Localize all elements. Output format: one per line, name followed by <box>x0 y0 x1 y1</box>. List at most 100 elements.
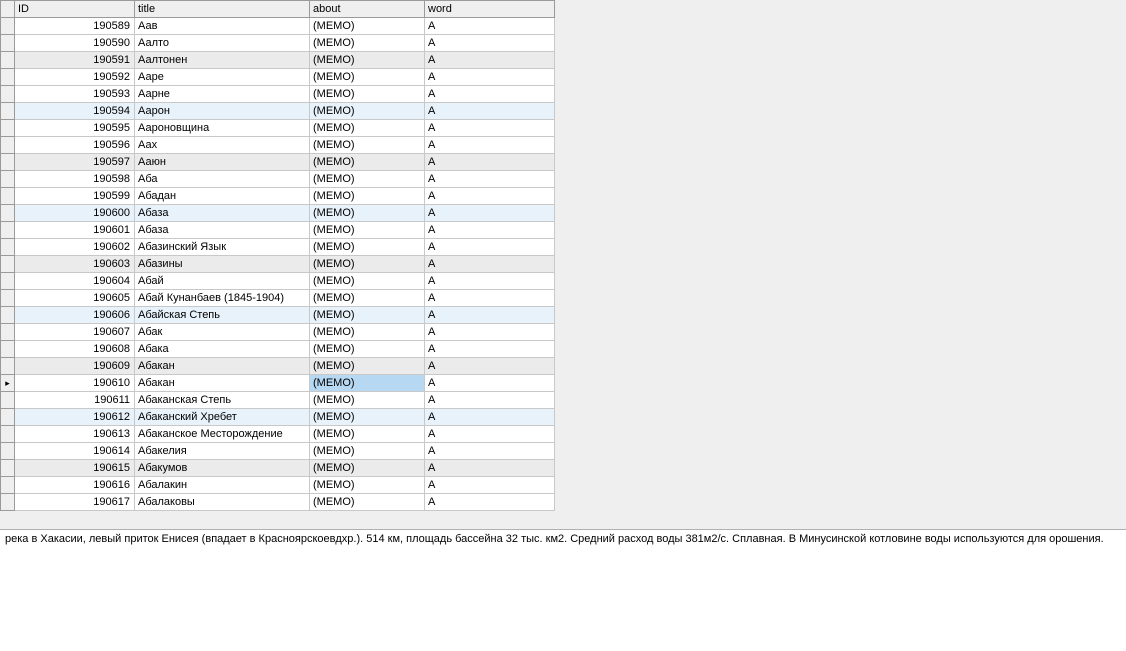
row-marker[interactable] <box>1 426 15 443</box>
cell-title[interactable]: Аалто <box>135 35 310 52</box>
cell-about[interactable]: (MEMO) <box>310 188 425 205</box>
cell-about[interactable]: (MEMO) <box>310 307 425 324</box>
cell-about[interactable]: (MEMO) <box>310 273 425 290</box>
table-row[interactable]: 190589Аав(MEMO)А <box>1 18 555 35</box>
cell-id[interactable]: 190590 <box>15 35 135 52</box>
cell-word[interactable]: А <box>425 69 555 86</box>
row-marker[interactable] <box>1 120 15 137</box>
cell-word[interactable]: А <box>425 35 555 52</box>
row-marker[interactable] <box>1 307 15 324</box>
row-marker[interactable] <box>1 188 15 205</box>
cell-title[interactable]: Абалакин <box>135 477 310 494</box>
cell-word[interactable]: А <box>425 188 555 205</box>
table-row[interactable]: 190604Абай(MEMO)А <box>1 273 555 290</box>
cell-id[interactable]: 190594 <box>15 103 135 120</box>
table-row[interactable]: 190602Абазинский Язык(MEMO)А <box>1 239 555 256</box>
cell-about[interactable]: (MEMO) <box>310 103 425 120</box>
table-row[interactable]: 190615Абакумов(MEMO)А <box>1 460 555 477</box>
cell-about[interactable]: (MEMO) <box>310 205 425 222</box>
cell-title[interactable]: Абай Кунанбаев (1845-1904) <box>135 290 310 307</box>
cell-about[interactable]: (MEMO) <box>310 460 425 477</box>
table-row[interactable]: 190598Аба(MEMO)А <box>1 171 555 188</box>
table-row[interactable]: 190592Ааре(MEMO)А <box>1 69 555 86</box>
cell-about[interactable]: (MEMO) <box>310 137 425 154</box>
cell-about[interactable]: (MEMO) <box>310 239 425 256</box>
cell-word[interactable]: А <box>425 290 555 307</box>
data-grid[interactable]: ID title about word 190589Аав(MEMO)А1905… <box>0 0 1126 511</box>
cell-about[interactable]: (MEMO) <box>310 52 425 69</box>
cell-title[interactable]: Аароновщина <box>135 120 310 137</box>
row-marker[interactable] <box>1 171 15 188</box>
cell-about[interactable]: (MEMO) <box>310 222 425 239</box>
cell-word[interactable]: А <box>425 324 555 341</box>
cell-word[interactable]: А <box>425 239 555 256</box>
table-row[interactable]: 190600Абаза(MEMO)А <box>1 205 555 222</box>
table-row[interactable]: 190611Абаканская Степь(MEMO)А <box>1 392 555 409</box>
cell-word[interactable]: А <box>425 443 555 460</box>
header-about[interactable]: about <box>310 1 425 18</box>
cell-id[interactable]: 190616 <box>15 477 135 494</box>
row-marker[interactable] <box>1 52 15 69</box>
row-marker[interactable] <box>1 375 15 392</box>
table-row[interactable]: 190603Абазины(MEMO)А <box>1 256 555 273</box>
cell-about[interactable]: (MEMO) <box>310 171 425 188</box>
cell-title[interactable]: Абалаковы <box>135 494 310 511</box>
header-id[interactable]: ID <box>15 1 135 18</box>
cell-word[interactable]: А <box>425 426 555 443</box>
cell-word[interactable]: А <box>425 494 555 511</box>
cell-title[interactable]: Абадан <box>135 188 310 205</box>
cell-id[interactable]: 190604 <box>15 273 135 290</box>
table-row[interactable]: 190613Абаканское Месторождение(MEMO)А <box>1 426 555 443</box>
cell-title[interactable]: Аав <box>135 18 310 35</box>
cell-title[interactable]: Абакан <box>135 358 310 375</box>
cell-about[interactable]: (MEMO) <box>310 18 425 35</box>
cell-word[interactable]: А <box>425 392 555 409</box>
cell-about[interactable]: (MEMO) <box>310 358 425 375</box>
table-row[interactable]: 190599Абадан(MEMO)А <box>1 188 555 205</box>
cell-id[interactable]: 190591 <box>15 52 135 69</box>
cell-word[interactable]: А <box>425 273 555 290</box>
cell-about[interactable]: (MEMO) <box>310 256 425 273</box>
cell-word[interactable]: А <box>425 52 555 69</box>
cell-title[interactable]: Аарон <box>135 103 310 120</box>
header-marker[interactable] <box>1 1 15 18</box>
row-marker[interactable] <box>1 409 15 426</box>
row-marker[interactable] <box>1 18 15 35</box>
cell-id[interactable]: 190615 <box>15 460 135 477</box>
cell-about[interactable]: (MEMO) <box>310 375 425 392</box>
cell-title[interactable]: Абаканский Хребет <box>135 409 310 426</box>
table-row[interactable]: 190612Абаканский Хребет(MEMO)А <box>1 409 555 426</box>
row-marker[interactable] <box>1 222 15 239</box>
row-marker[interactable] <box>1 239 15 256</box>
cell-title[interactable]: Аба <box>135 171 310 188</box>
cell-id[interactable]: 190599 <box>15 188 135 205</box>
row-marker[interactable] <box>1 137 15 154</box>
table-row[interactable]: 190610Абакан(MEMO)А <box>1 375 555 392</box>
cell-title[interactable]: Абайская Степь <box>135 307 310 324</box>
header-word[interactable]: word <box>425 1 555 18</box>
cell-id[interactable]: 190611 <box>15 392 135 409</box>
cell-word[interactable]: А <box>425 137 555 154</box>
row-marker[interactable] <box>1 86 15 103</box>
cell-title[interactable]: Абазинский Язык <box>135 239 310 256</box>
cell-word[interactable]: А <box>425 341 555 358</box>
cell-title[interactable]: Аарне <box>135 86 310 103</box>
data-table[interactable]: ID title about word 190589Аав(MEMO)А1905… <box>0 0 555 511</box>
cell-about[interactable]: (MEMO) <box>310 341 425 358</box>
table-row[interactable]: 190606Абайская Степь(MEMO)А <box>1 307 555 324</box>
cell-word[interactable]: А <box>425 358 555 375</box>
cell-id[interactable]: 190596 <box>15 137 135 154</box>
cell-title[interactable]: Абаканское Месторождение <box>135 426 310 443</box>
row-marker[interactable] <box>1 341 15 358</box>
table-row[interactable]: 190617Абалаковы(MEMO)А <box>1 494 555 511</box>
cell-word[interactable]: А <box>425 375 555 392</box>
row-marker[interactable] <box>1 103 15 120</box>
cell-about[interactable]: (MEMO) <box>310 324 425 341</box>
cell-id[interactable]: 190595 <box>15 120 135 137</box>
cell-id[interactable]: 190593 <box>15 86 135 103</box>
row-marker[interactable] <box>1 154 15 171</box>
cell-about[interactable]: (MEMO) <box>310 426 425 443</box>
cell-word[interactable]: А <box>425 18 555 35</box>
row-marker[interactable] <box>1 358 15 375</box>
cell-title[interactable]: Абакелия <box>135 443 310 460</box>
